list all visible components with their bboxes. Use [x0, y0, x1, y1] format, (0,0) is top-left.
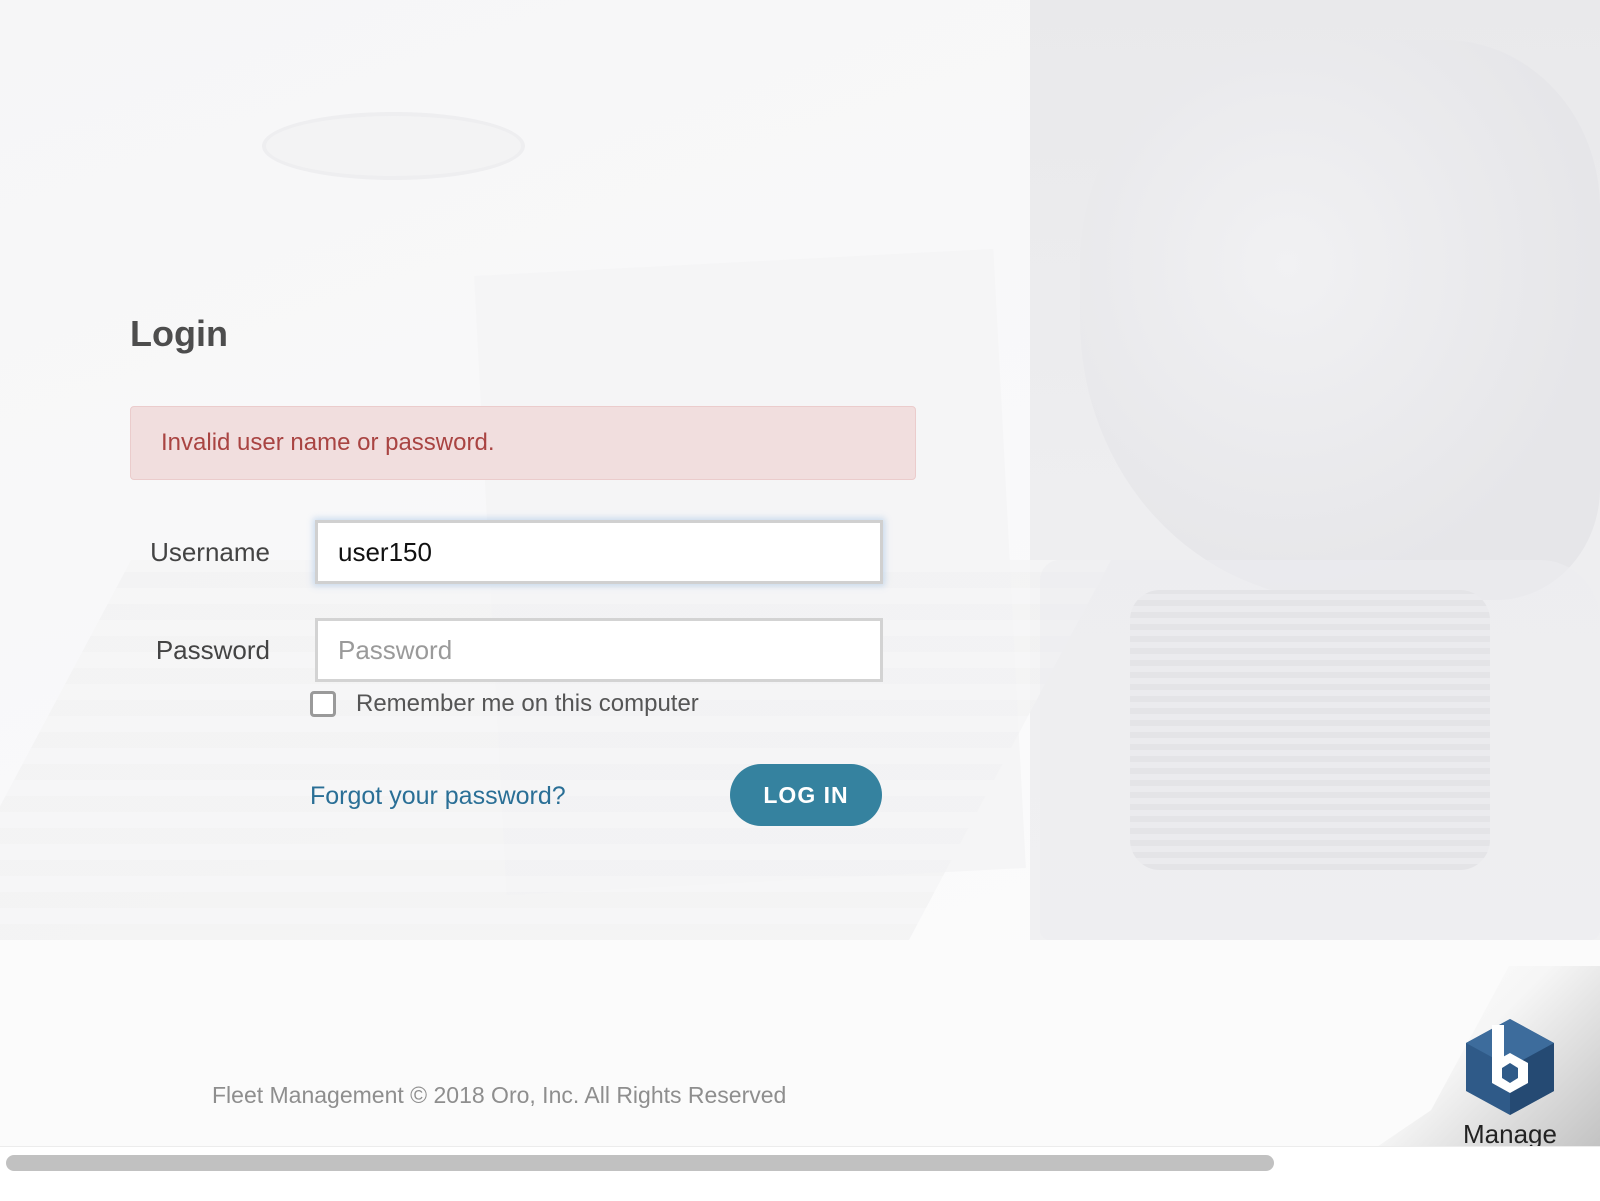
- brand-badge[interactable]: Manage: [1455, 1015, 1565, 1150]
- footer-copyright: Fleet Management © 2018 Oro, Inc. All Ri…: [212, 1082, 787, 1108]
- username-label: Username: [150, 537, 270, 567]
- password-row: Password: [130, 618, 900, 682]
- horizontal-scrollbar[interactable]: [0, 1146, 1600, 1201]
- background-arm: [1080, 40, 1600, 600]
- background-cup: [262, 112, 525, 180]
- background-sleeve: [1130, 590, 1490, 870]
- background-bottom: [0, 940, 1600, 1172]
- password-label: Password: [155, 635, 270, 665]
- page-title: Login: [130, 313, 228, 354]
- forgot-password-link[interactable]: Forgot your password?: [310, 764, 566, 828]
- login-button[interactable]: LOG IN: [730, 764, 882, 826]
- username-input[interactable]: [315, 520, 883, 584]
- username-row: Username: [130, 520, 900, 584]
- scrollbar-thumb[interactable]: [6, 1155, 1274, 1171]
- password-input[interactable]: [315, 618, 883, 682]
- hexagon-b-logo-icon: [1466, 1019, 1554, 1115]
- remember-me-checkbox[interactable]: [310, 691, 336, 717]
- login-panel: Login Invalid user name or password. Use…: [130, 310, 916, 828]
- remember-me-row: Remember me on this computer: [310, 684, 1080, 724]
- login-actions: Forgot your password? LOG IN: [130, 764, 900, 828]
- error-alert: Invalid user name or password.: [130, 406, 916, 480]
- remember-me-label[interactable]: Remember me on this computer: [356, 690, 699, 718]
